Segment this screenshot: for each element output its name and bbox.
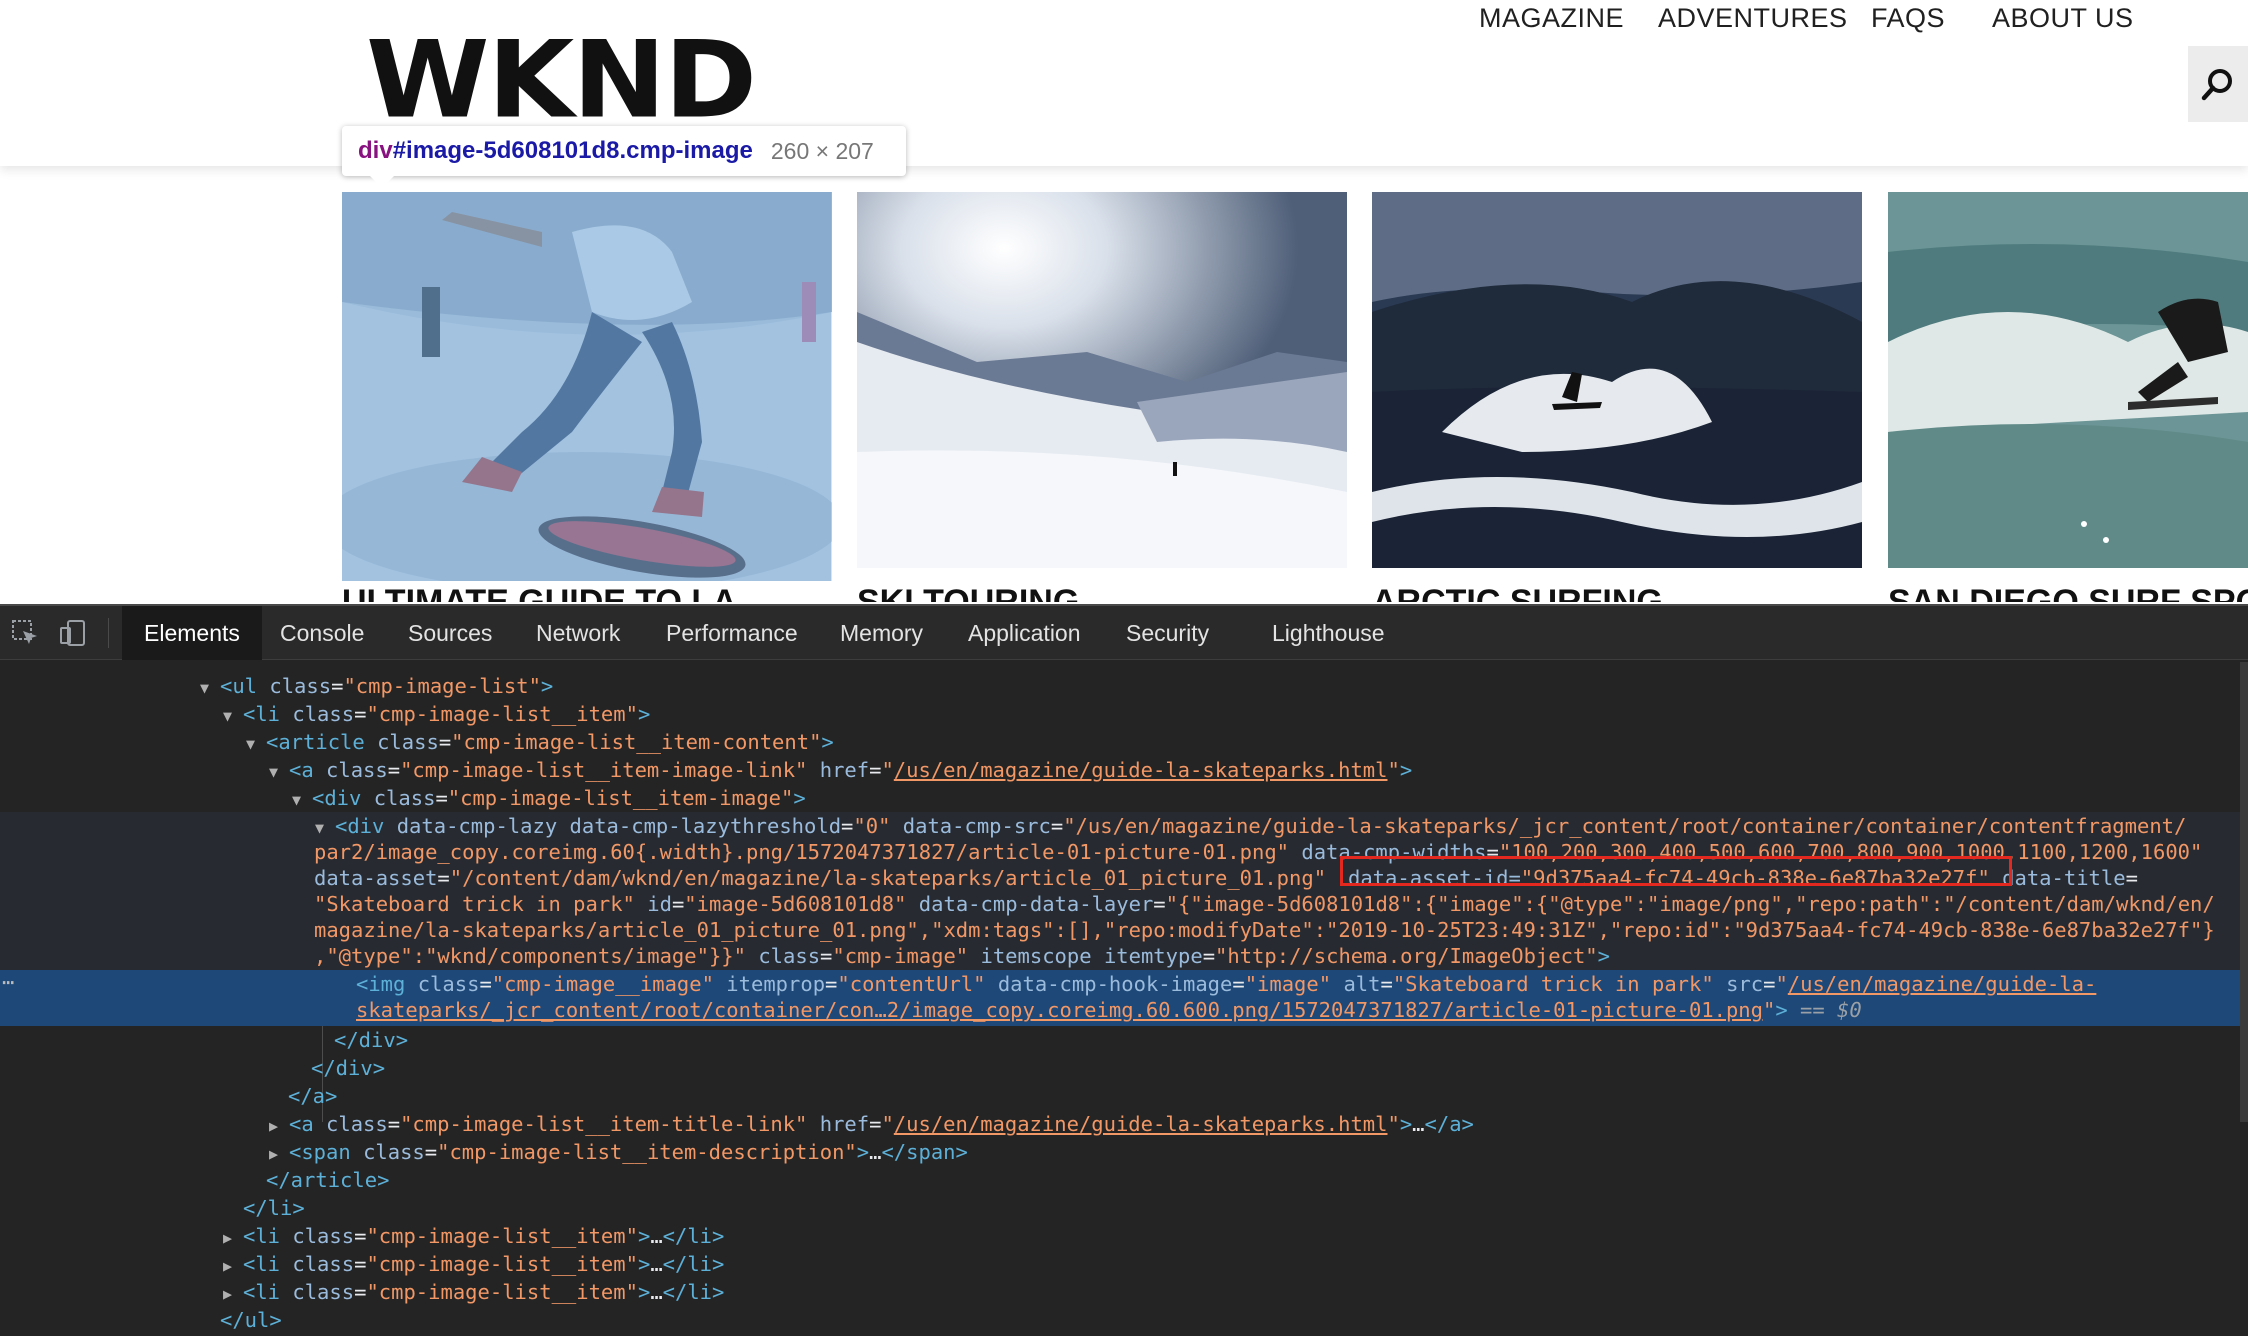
tab-elements[interactable]: Elements	[122, 606, 262, 660]
dom-close-a[interactable]: </a>	[0, 1082, 2226, 1110]
dom-close-ul[interactable]: </ul>	[0, 1306, 2226, 1334]
wknd-logo[interactable]: WKND	[366, 27, 757, 133]
dom-node-li-collapsed[interactable]: ▶ <li class="cmp-image-list__item">…</li>	[0, 1250, 2226, 1278]
dom-node-li-collapsed[interactable]: ▶ <li class="cmp-image-list__item">…</li>	[0, 1222, 2226, 1250]
card-arctic-surfing[interactable]: ARCTIC SURFING	[1372, 192, 1862, 612]
ski-touring-photo	[857, 192, 1347, 568]
card-title[interactable]: ARCTIC SURFING	[1372, 582, 1862, 602]
card-image-arctic[interactable]	[1372, 192, 1862, 568]
nav-adventures[interactable]: ADVENTURES	[1658, 0, 1848, 36]
tab-memory[interactable]: Memory	[818, 606, 945, 660]
tab-performance[interactable]: Performance	[644, 606, 820, 660]
tab-console[interactable]: Console	[258, 606, 386, 660]
devtools-toolbar: Elements Console Sources Network Perform…	[0, 606, 2248, 660]
search-icon	[2201, 69, 2232, 101]
dom-attr-line[interactable]: skateparks/_jcr_content/root/container/c…	[0, 996, 2226, 1024]
dom-attr-line[interactable]: "Skateboard trick in park" id="image-5d6…	[0, 890, 2226, 918]
device-toolbar-icon[interactable]	[58, 618, 88, 648]
card-image-ski[interactable]	[857, 192, 1347, 568]
site-header: WKND MAGAZINE ADVENTURES FAQS ABOUT US	[0, 0, 2248, 166]
tooltip-size: 260 × 207	[770, 137, 874, 164]
nav-faqs[interactable]: FAQS	[1871, 0, 1945, 36]
dom-close-div[interactable]: </div>	[0, 1054, 2226, 1082]
card-san-diego-surf[interactable]: SAN DIEGO SURF SPOTS	[1888, 192, 2248, 612]
dom-close-div[interactable]: </div>	[0, 1026, 2226, 1054]
nav-magazine[interactable]: MAGAZINE	[1479, 0, 1624, 36]
tab-security[interactable]: Security	[1104, 606, 1231, 660]
dom-close-article[interactable]: </article>	[0, 1166, 2226, 1194]
dom-node-article[interactable]: ▼ <article class="cmp-image-list__item-co…	[0, 728, 2226, 756]
tab-network[interactable]: Network	[514, 606, 642, 660]
tooltip-tag: div	[358, 137, 393, 164]
dom-node-ul[interactable]: ▼ <ul class="cmp-image-list">	[0, 672, 2226, 700]
dom-attr-line[interactable]: ,"@type":"wknd/components/image"}}" clas…	[0, 942, 2226, 970]
devtools-panel: Elements Console Sources Network Perform…	[0, 604, 2248, 1336]
card-title[interactable]: SAN DIEGO SURF SPOTS	[1888, 582, 2248, 602]
tab-sources[interactable]: Sources	[386, 606, 514, 660]
data-asset-id-annotation-box	[1340, 856, 2012, 886]
dom-node-img-selected[interactable]: <img class="cmp-image__image" itemprop="…	[0, 970, 2226, 998]
dom-tree[interactable]: ⋯ ▼ <ul class="cmp-image-list"> ▼ <li clas…	[0, 662, 2248, 1336]
san-diego-surf-photo	[1888, 192, 2248, 568]
dom-node-li-collapsed[interactable]: ▶ <li class="cmp-image-list__item">…</li>	[0, 1278, 2226, 1306]
tab-lighthouse[interactable]: Lighthouse	[1250, 606, 1407, 660]
dom-close-li[interactable]: </li>	[0, 1194, 2226, 1222]
dom-node-a[interactable]: ▼ <a class="cmp-image-list__item-image-li…	[0, 756, 2226, 784]
card-ski-touring[interactable]: SKI TOURING	[857, 192, 1347, 612]
nav-about-us[interactable]: ABOUT US	[1992, 0, 2134, 36]
card-title[interactable]: ULTIMATE GUIDE TO LA	[342, 582, 832, 602]
card-title[interactable]: SKI TOURING	[857, 582, 1347, 602]
search-button[interactable]	[2188, 46, 2248, 122]
inspector-tooltip: div #image-5d608101d8.cmp-image 260 × 207	[342, 126, 906, 188]
toolbar-separator	[108, 618, 109, 648]
dom-attr-line[interactable]: magazine/la-skateparks/article_01_pictur…	[0, 916, 2226, 944]
card-image-san-diego[interactable]	[1888, 192, 2248, 568]
inspector-element-highlight	[342, 192, 831, 581]
dom-node-title-link[interactable]: ▶ <a class="cmp-image-list__item-title-li…	[0, 1110, 2226, 1138]
arctic-surfing-photo	[1372, 192, 1862, 568]
dom-node-description[interactable]: ▶ <span class="cmp-image-list__item-descr…	[0, 1138, 2226, 1166]
dom-node-div-cmp-image[interactable]: ▼ <div data-cmp-lazy data-cmp-lazythresho…	[0, 812, 2226, 840]
tab-application[interactable]: Application	[946, 606, 1103, 660]
dom-tree-scrollbar[interactable]	[2240, 662, 2248, 1122]
dom-node-div-item-image[interactable]: ▼ <div class="cmp-image-list__item-image"…	[0, 784, 2226, 812]
dom-node-li[interactable]: ▼ <li class="cmp-image-list__item">	[0, 700, 2226, 728]
tooltip-selector: #image-5d608101d8.cmp-image	[392, 137, 753, 164]
inspect-element-icon[interactable]	[10, 618, 40, 648]
